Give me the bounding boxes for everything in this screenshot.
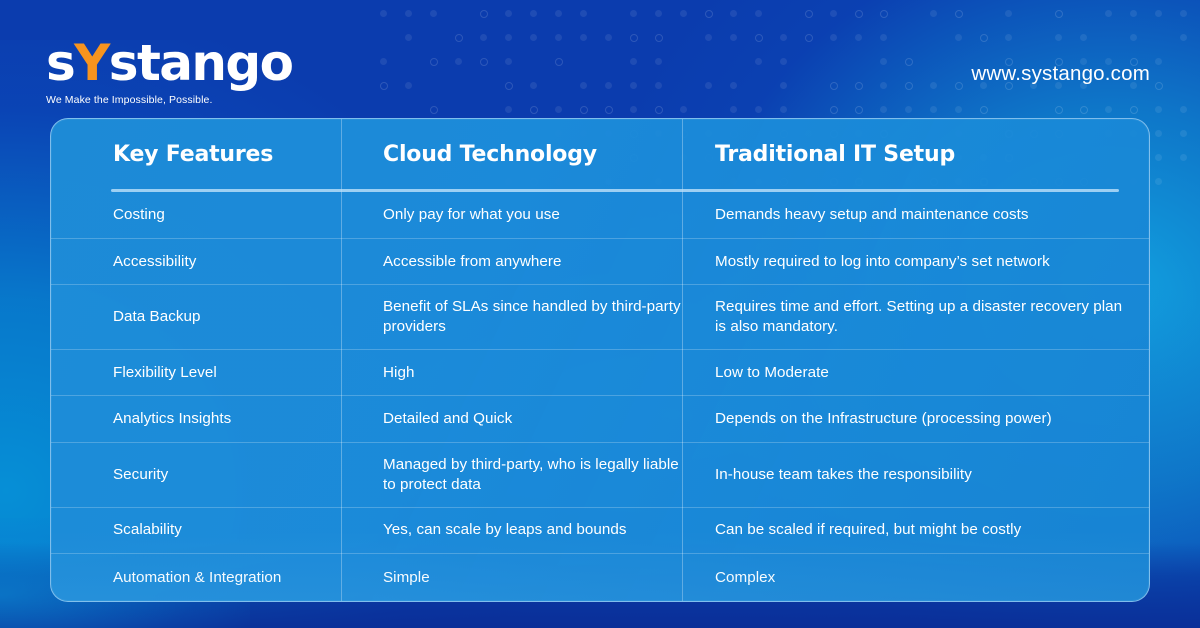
page-header: sYstango We Make the Impossible, Possibl…	[0, 0, 1200, 120]
logo-tagline: We Make the Impossible, Possible.	[46, 94, 213, 106]
cell-cloud-technology: Managed by third-party, who is legally l…	[383, 455, 679, 493]
cell-traditional-it-setup: Can be scaled if required, but might be …	[715, 521, 1022, 539]
table-row: Automation & Integration Simple Complex	[51, 554, 1149, 601]
cell-key-feature: Automation & Integration	[113, 568, 282, 586]
decorative-dot	[1155, 178, 1162, 185]
cell-traditional-it-setup: Mostly required to log into company’s se…	[715, 252, 1050, 270]
table-header-traditional-it-setup: Traditional IT Setup	[715, 141, 955, 167]
table-row: Accessibility Accessible from anywhere Mos…	[51, 239, 1149, 286]
table-header-key-features: Key Features	[113, 141, 274, 167]
cell-cloud-technology: High	[383, 363, 415, 381]
table-header-cloud-technology: Cloud Technology	[383, 141, 597, 167]
comparison-table-card: Key Features Cloud Technology Traditiona…	[50, 118, 1150, 602]
cell-traditional-it-setup: Low to Moderate	[715, 363, 829, 381]
cell-cloud-technology: Yes, can scale by leaps and bounds	[383, 521, 627, 539]
cell-traditional-it-setup: In-house team takes the responsibility	[715, 465, 972, 483]
table-row: Flexibility Level High Low to Moderate	[51, 350, 1149, 397]
cell-key-feature: Data Backup	[113, 308, 201, 326]
cell-cloud-technology: Only pay for what you use	[383, 205, 560, 223]
table-body: Costing Only pay for what you use Demands …	[51, 192, 1149, 601]
cell-traditional-it-setup: Requires time and effort. Setting up a d…	[715, 298, 1123, 336]
table-row: Scalability Yes, can scale by leaps and b…	[51, 508, 1149, 555]
comparison-table: Key Features Cloud Technology Traditiona…	[51, 119, 1149, 601]
cell-cloud-technology: Detailed and Quick	[383, 410, 513, 428]
table-header-row: Key Features Cloud Technology Traditiona…	[51, 119, 1149, 189]
decorative-dot	[1180, 130, 1187, 137]
cell-key-feature: Costing	[113, 205, 165, 223]
decorative-dot	[1155, 130, 1162, 137]
cell-traditional-it-setup: Complex	[715, 568, 776, 586]
cell-traditional-it-setup: Demands heavy setup and maintenance cost…	[715, 205, 1029, 223]
table-row: Security Managed by third-party, who is l…	[51, 443, 1149, 508]
cell-cloud-technology: Accessible from anywhere	[383, 252, 562, 270]
cell-key-feature: Flexibility Level	[113, 363, 217, 381]
logo-text-part1: s	[46, 34, 76, 92]
cell-key-feature: Analytics Insights	[113, 410, 232, 428]
decorative-dot	[1180, 154, 1187, 161]
cell-key-feature: Security	[113, 465, 169, 483]
table-row: Data Backup Benefit of SLAs since handled…	[51, 285, 1149, 350]
decorative-dot	[1155, 154, 1162, 161]
cell-cloud-technology: Simple	[383, 568, 430, 586]
cell-key-feature: Scalability	[113, 521, 182, 539]
logo-text-accent: Y	[74, 34, 110, 92]
logo-wordmark: sYstango	[46, 38, 346, 88]
cell-cloud-technology: Benefit of SLAs since handled by third-p…	[383, 298, 681, 336]
table-row: Analytics Insights Detailed and Quick Depe…	[51, 396, 1149, 444]
brand-logo[interactable]: sYstango We Make the Impossible, Possibl…	[46, 38, 346, 106]
logo-text-part2: stango	[108, 34, 294, 92]
cell-traditional-it-setup: Depends on the Infrastructure (processin…	[715, 410, 1052, 428]
website-url[interactable]: www.systango.com	[971, 62, 1150, 86]
table-row: Costing Only pay for what you use Demands …	[51, 192, 1149, 239]
cell-key-feature: Accessibility	[113, 252, 197, 270]
